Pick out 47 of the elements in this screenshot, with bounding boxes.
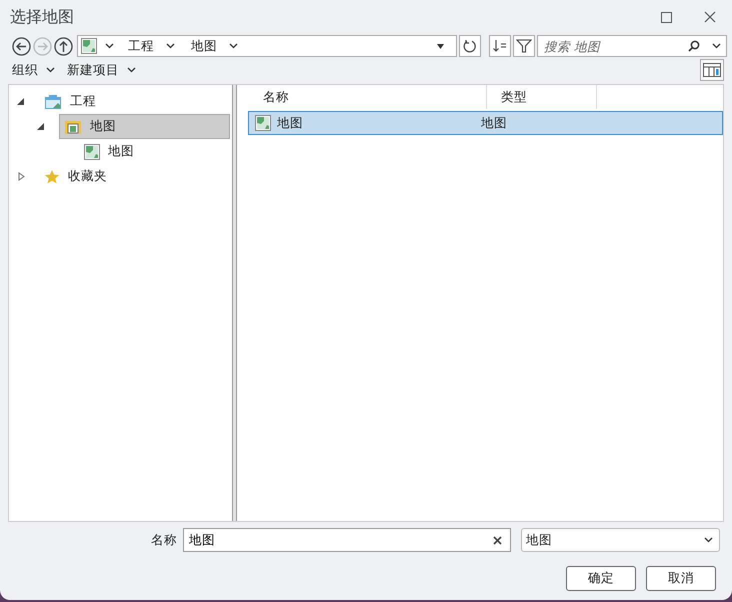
sort-icon[interactable] [492, 39, 508, 53]
list-row[interactable]: 地图 地图 [248, 111, 723, 135]
chevron-icon[interactable] [105, 43, 114, 49]
project-folder-icon [44, 94, 62, 110]
column-header[interactable]: 名称 [249, 85, 487, 109]
close-icon[interactable] [704, 11, 716, 23]
collapse-arrow-icon[interactable] [37, 123, 46, 130]
chevron-icon[interactable] [712, 43, 721, 49]
chevron-icon[interactable] [229, 43, 238, 49]
toolbar-menu[interactable]: 新建项目 [67, 62, 136, 78]
search-icon[interactable] [688, 40, 700, 52]
item-type: 地图 [481, 114, 508, 132]
tree-item[interactable]: 地图 [79, 139, 230, 164]
column-header[interactable]: 类型 [487, 85, 597, 109]
maximize-icon[interactable] [660, 12, 672, 22]
up-icon[interactable] [54, 36, 73, 56]
expand-arrow-icon[interactable] [17, 172, 26, 181]
window-title: 选择地图 [10, 6, 75, 28]
collapse-arrow-icon[interactable] [17, 98, 26, 105]
tree-item[interactable]: 地图 [59, 114, 230, 139]
tree-item[interactable]: 收藏夹 [39, 164, 230, 189]
search-field[interactable]: 搜索 地图 [537, 35, 727, 57]
map-icon [84, 144, 100, 160]
back-icon[interactable] [12, 36, 31, 56]
type-dropdown[interactable]: 地图 [521, 528, 720, 552]
folder-icon [64, 118, 82, 134]
item-name: 地图 [277, 114, 303, 132]
filter-icon[interactable] [516, 38, 532, 54]
chevron-icon[interactable] [704, 537, 713, 543]
map-icon [81, 38, 97, 54]
name-label: 名称 [151, 532, 177, 548]
dialog-button[interactable]: 取消 [646, 566, 716, 591]
clear-icon[interactable] [493, 536, 502, 544]
chevron-icon[interactable] [127, 67, 136, 73]
layout-icon[interactable] [703, 63, 721, 77]
name-field[interactable]: 地图 [183, 528, 511, 552]
star-icon [44, 168, 60, 184]
dropdown-arrow-icon[interactable] [437, 44, 444, 48]
tree-item[interactable]: 工程 [39, 89, 230, 114]
toolbar-menu[interactable]: 组织 [12, 62, 55, 78]
breadcrumb-item[interactable]: 工程 [128, 38, 154, 54]
chevron-icon[interactable] [166, 43, 175, 49]
map-icon [255, 115, 271, 131]
refresh-icon[interactable] [463, 39, 477, 53]
breadcrumb-item[interactable]: 地图 [191, 38, 217, 54]
chevron-icon[interactable] [46, 67, 55, 73]
dialog-button[interactable]: 确定 [566, 566, 636, 591]
